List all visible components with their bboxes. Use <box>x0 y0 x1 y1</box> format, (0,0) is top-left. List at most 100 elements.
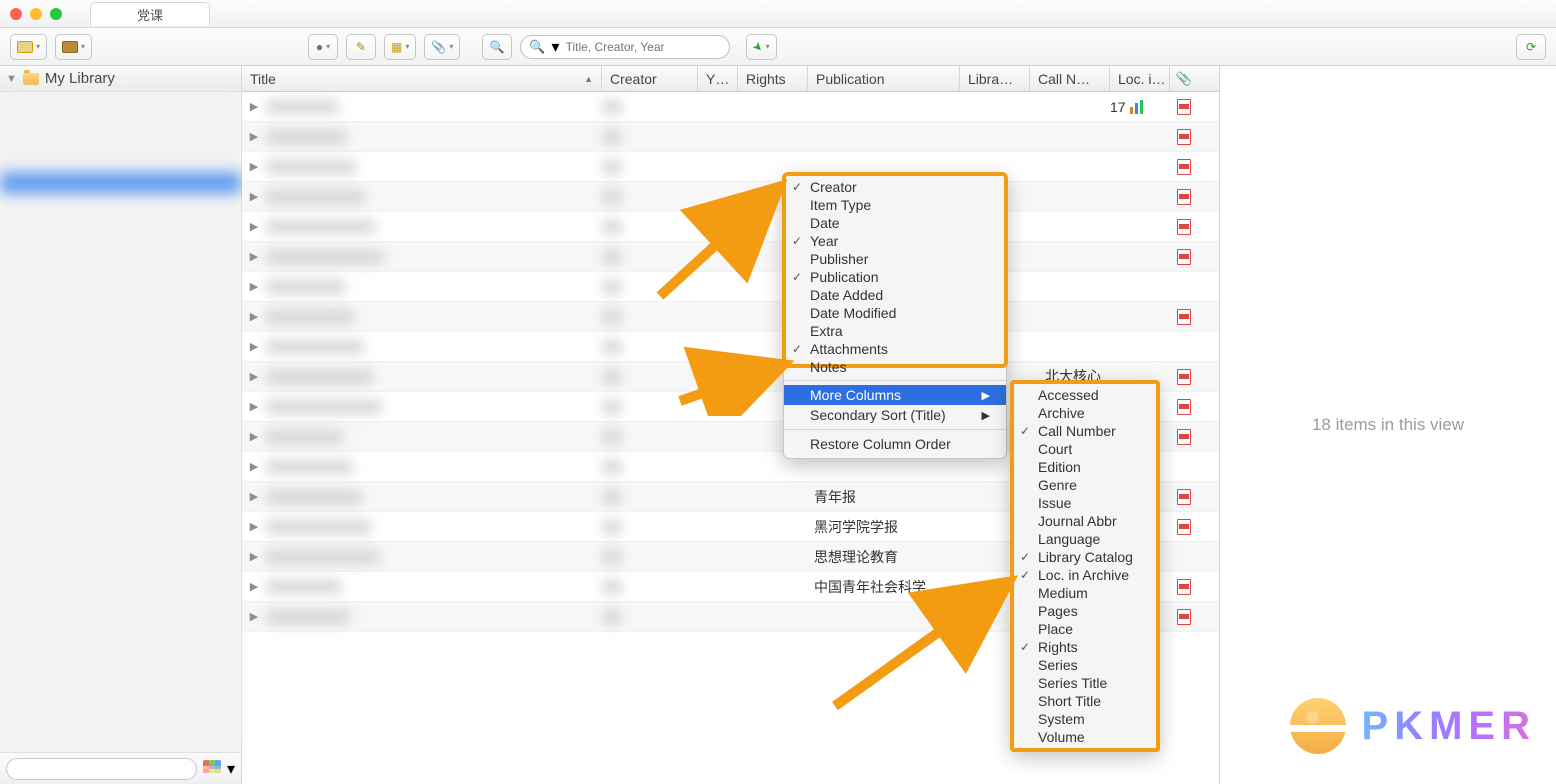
disclosure-triangle-icon[interactable]: ▶ <box>242 190 266 203</box>
disclosure-triangle-icon[interactable]: ▶ <box>242 280 266 293</box>
tag-menu-caret-icon[interactable]: ▾ <box>227 759 235 779</box>
column-header-title[interactable]: Title▲ <box>242 66 602 91</box>
disclosure-triangle-icon[interactable]: ▶ <box>242 490 266 503</box>
column-header-creator[interactable]: Creator <box>602 66 698 91</box>
advanced-search-button[interactable]: 🔍 <box>482 34 512 60</box>
menu-item-label: Loc. in Archive <box>1038 567 1129 583</box>
menu-item-label: Extra <box>810 323 843 339</box>
column-toggle-item[interactable]: Issue <box>1012 494 1158 512</box>
column-toggle-item[interactable]: ✓Year <box>784 232 1006 250</box>
disclosure-triangle-icon[interactable]: ▶ <box>242 580 266 593</box>
column-header-year[interactable]: Y… <box>698 66 738 91</box>
column-toggle-item[interactable]: Notes <box>784 358 1006 376</box>
minimize-window-button[interactable] <box>30 8 42 20</box>
item-row[interactable]: ▶ <box>242 152 1219 182</box>
column-toggle-item[interactable]: Extra <box>784 322 1006 340</box>
column-toggle-item[interactable]: Journal Abbr <box>1012 512 1158 530</box>
cell-title <box>266 520 602 534</box>
item-row[interactable]: ▶ <box>242 182 1219 212</box>
column-toggle-item[interactable]: Date <box>784 214 1006 232</box>
column-toggle-item[interactable]: Series Title <box>1012 674 1158 692</box>
more-columns-submenu[interactable]: AccessedArchive✓Call NumberCourtEditionG… <box>1011 381 1159 751</box>
menu-item-more-columns[interactable]: More Columns ▶ <box>784 385 1006 405</box>
column-toggle-item[interactable]: Short Title <box>1012 692 1158 710</box>
column-toggle-item[interactable]: Pages <box>1012 602 1158 620</box>
new-collection-button[interactable]: ▾ <box>10 34 47 60</box>
item-row[interactable]: ▶ <box>242 242 1219 272</box>
disclosure-triangle-icon[interactable]: ▶ <box>242 220 266 233</box>
item-row[interactable]: ▶ <box>242 272 1219 302</box>
pdf-icon <box>1177 189 1191 205</box>
library-header[interactable]: ▼ My Library <box>0 66 241 92</box>
disclosure-triangle-icon[interactable]: ▶ <box>242 130 266 143</box>
column-header-publication[interactable]: Publication <box>808 66 960 91</box>
column-toggle-item[interactable]: ✓Loc. in Archive <box>1012 566 1158 584</box>
add-by-identifier-button[interactable]: ✎ <box>346 34 376 60</box>
column-toggle-item[interactable]: Language <box>1012 530 1158 548</box>
new-group-button[interactable]: ▾ <box>55 34 92 60</box>
new-note-button[interactable]: ▦▾ <box>384 34 416 60</box>
column-toggle-item[interactable]: Medium <box>1012 584 1158 602</box>
quick-search-input[interactable] <box>566 40 721 54</box>
add-attachment-button[interactable]: 📎▾ <box>424 34 460 60</box>
menu-item-restore-column-order[interactable]: Restore Column Order <box>784 434 1006 454</box>
disclosure-triangle-icon[interactable]: ▶ <box>242 100 266 113</box>
new-item-button[interactable]: ●▾ <box>308 34 338 60</box>
item-count-status: 18 items in this view <box>1312 415 1464 435</box>
menu-item-secondary-sort[interactable]: Secondary Sort (Title) ▶ <box>784 405 1006 425</box>
column-header-library-catalog[interactable]: Libra… <box>960 66 1030 91</box>
column-toggle-item[interactable]: ✓Attachments <box>784 340 1006 358</box>
disclosure-triangle-icon[interactable]: ▶ <box>242 310 266 323</box>
column-toggle-item[interactable]: Date Added <box>784 286 1006 304</box>
column-toggle-item[interactable]: ✓Call Number <box>1012 422 1158 440</box>
column-toggle-item[interactable]: ✓Library Catalog <box>1012 548 1158 566</box>
disclosure-triangle-icon[interactable]: ▼ <box>6 73 17 85</box>
close-window-button[interactable] <box>10 8 22 20</box>
item-row[interactable]: ▶ <box>242 212 1219 242</box>
column-toggle-item[interactable]: Place <box>1012 620 1158 638</box>
column-toggle-item[interactable]: ✓Publication <box>784 268 1006 286</box>
column-toggle-item[interactable]: Date Modified <box>784 304 1006 322</box>
disclosure-triangle-icon[interactable]: ▶ <box>242 370 266 383</box>
disclosure-triangle-icon[interactable]: ▶ <box>242 400 266 413</box>
item-row[interactable]: ▶ <box>242 302 1219 332</box>
tag-filter-input[interactable] <box>6 758 197 780</box>
collection-tab[interactable]: 党课 <box>90 2 210 26</box>
item-row[interactable]: ▶ <box>242 122 1219 152</box>
column-toggle-item[interactable]: Volume <box>1012 728 1158 746</box>
column-toggle-item[interactable]: Genre <box>1012 476 1158 494</box>
disclosure-triangle-icon[interactable]: ▶ <box>242 520 266 533</box>
disclosure-triangle-icon[interactable]: ▶ <box>242 160 266 173</box>
column-toggle-item[interactable]: Edition <box>1012 458 1158 476</box>
disclosure-triangle-icon[interactable]: ▶ <box>242 430 266 443</box>
quick-search[interactable]: 🔍▾ <box>520 35 729 59</box>
column-toggle-item[interactable]: Accessed <box>1012 386 1158 404</box>
column-toggle-item[interactable]: Item Type <box>784 196 1006 214</box>
column-toggle-item[interactable]: Publisher <box>784 250 1006 268</box>
search-mode-caret-icon[interactable]: ▾ <box>552 37 560 57</box>
column-toggle-item[interactable]: System <box>1012 710 1158 728</box>
column-toggle-item[interactable]: Court <box>1012 440 1158 458</box>
column-header-call-number[interactable]: Call N… <box>1030 66 1110 91</box>
column-picker-menu[interactable]: ✓CreatorItem TypeDate✓YearPublisher✓Publ… <box>783 173 1007 459</box>
disclosure-triangle-icon[interactable]: ▶ <box>242 610 266 623</box>
zoom-window-button[interactable] <box>50 8 62 20</box>
column-toggle-item[interactable]: Series <box>1012 656 1158 674</box>
column-toggle-item[interactable]: ✓Creator <box>784 178 1006 196</box>
cell-title <box>266 490 602 504</box>
tag-color-selector-icon[interactable] <box>203 760 221 778</box>
column-toggle-item[interactable]: Archive <box>1012 404 1158 422</box>
locate-button[interactable]: ➤▾ <box>746 34 777 60</box>
column-header-loc-in-archive[interactable]: Loc. i… <box>1110 66 1170 91</box>
disclosure-triangle-icon[interactable]: ▶ <box>242 250 266 263</box>
item-row[interactable]: ▶ <box>242 332 1219 362</box>
item-row[interactable]: ▶ 17 <box>242 92 1219 122</box>
disclosure-triangle-icon[interactable]: ▶ <box>242 460 266 473</box>
disclosure-triangle-icon[interactable]: ▶ <box>242 340 266 353</box>
collections-sidebar: ▼ My Library ▾ <box>0 66 242 784</box>
column-header-attachments[interactable]: 📎 <box>1170 66 1198 91</box>
sync-button[interactable]: ⟳ <box>1516 34 1546 60</box>
column-header-rights[interactable]: Rights <box>738 66 808 91</box>
disclosure-triangle-icon[interactable]: ▶ <box>242 550 266 563</box>
column-toggle-item[interactable]: ✓Rights <box>1012 638 1158 656</box>
